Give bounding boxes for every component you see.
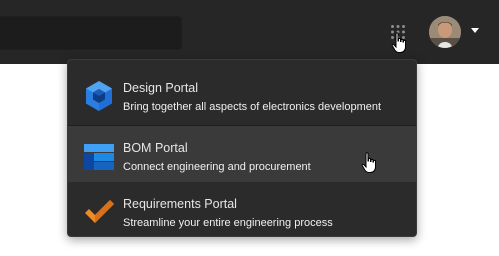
search-input[interactable] (0, 16, 182, 50)
menu-item-subtitle: Streamline your entire engineering proce… (123, 217, 333, 229)
hand-pointer-cursor-icon (391, 32, 406, 53)
menu-item-subtitle: Connect engineering and procurement (123, 161, 311, 173)
menu-item-title: Requirements Portal (123, 197, 237, 211)
menu-item-title: Design Portal (123, 81, 199, 95)
avatar-photo-icon (429, 16, 461, 48)
menu-item-requirements-portal[interactable]: Requirements Portal Streamline your enti… (68, 182, 416, 238)
hand-pointer-cursor-icon (361, 152, 376, 173)
requirements-portal-logo-icon (85, 200, 114, 223)
portal-switcher-menu: Design Portal Bring together all aspects… (67, 59, 417, 237)
top-navigation-bar (0, 0, 499, 64)
caret-down-icon[interactable] (471, 28, 479, 33)
bom-portal-logo-icon (84, 144, 114, 170)
user-avatar[interactable] (429, 16, 461, 48)
design-portal-logo-icon (86, 81, 112, 111)
menu-item-design-portal[interactable]: Design Portal Bring together all aspects… (68, 66, 416, 122)
menu-item-subtitle: Bring together all aspects of electronic… (123, 101, 382, 113)
menu-item-title: BOM Portal (123, 141, 188, 155)
